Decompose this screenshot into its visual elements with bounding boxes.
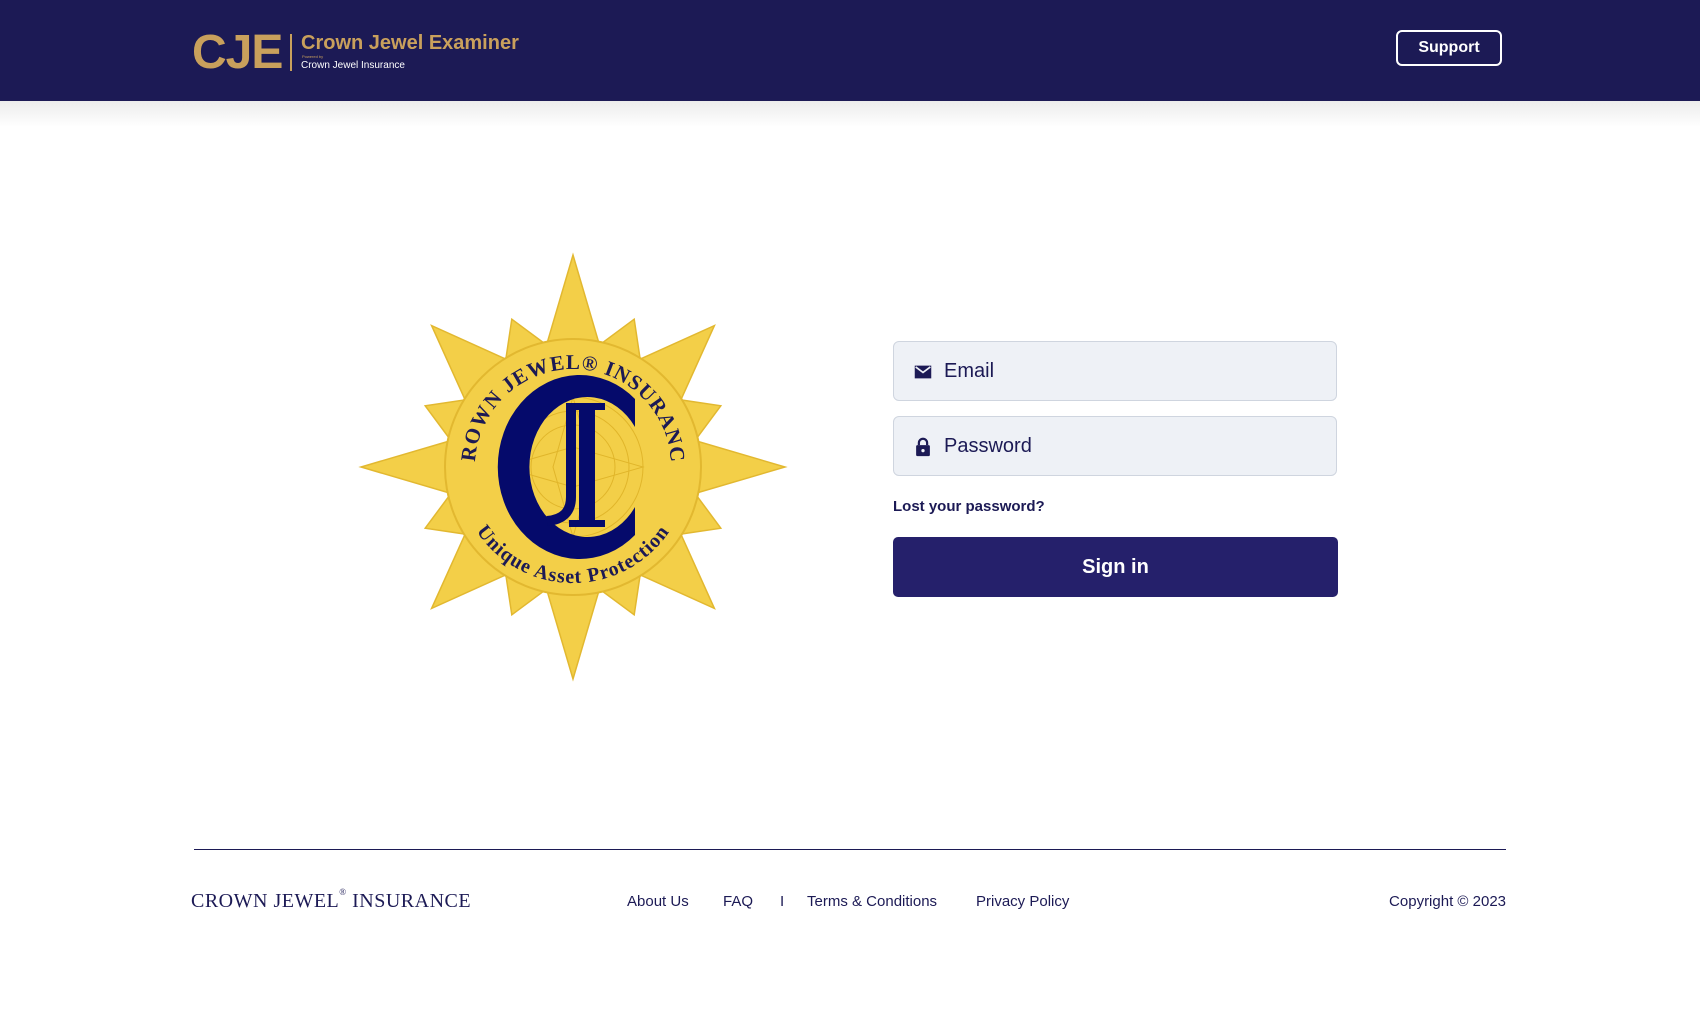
copyright-text: Copyright © 2023 — [1389, 893, 1506, 910]
top-nav-bar: CJE Crown Jewel Examiner Powered by Crow… — [0, 0, 1700, 101]
footer-separator: I — [780, 893, 785, 910]
logo-subtitle: Crown Jewel Insurance — [301, 60, 405, 71]
footer-brand-left: CROWN JEWEL — [191, 890, 340, 912]
logo-title: Crown Jewel Examiner — [301, 32, 519, 54]
email-input[interactable] — [944, 342, 1324, 400]
logo-divider — [290, 34, 292, 71]
footer-link-about-us[interactable]: About Us — [627, 893, 689, 910]
footer-brand-logo: CROWN JEWEL® INSURANCE — [191, 887, 472, 913]
logo-abbreviation: CJE — [192, 26, 283, 79]
footer-brand-mark: ® — [339, 887, 347, 897]
footer-link-faq[interactable]: FAQ — [723, 893, 753, 910]
footer-brand-right: INSURANCE — [352, 890, 472, 912]
footer-divider — [194, 849, 1506, 850]
password-input[interactable] — [944, 417, 1324, 475]
support-button[interactable]: Support — [1396, 30, 1502, 66]
header-shadow — [0, 101, 1700, 127]
crown-jewel-emblem: CROWN JEWEL® INSURANCE Unique Asset Prot… — [358, 252, 788, 682]
password-field[interactable] — [893, 416, 1337, 476]
lock-icon — [916, 437, 930, 457]
email-field[interactable] — [893, 341, 1337, 401]
envelope-icon — [914, 365, 932, 379]
footer-link-terms[interactable]: Terms & Conditions — [807, 893, 937, 910]
lost-password-link[interactable]: Lost your password? — [893, 498, 1045, 515]
sign-in-button[interactable]: Sign in — [893, 537, 1338, 597]
footer-link-privacy[interactable]: Privacy Policy — [976, 893, 1069, 910]
